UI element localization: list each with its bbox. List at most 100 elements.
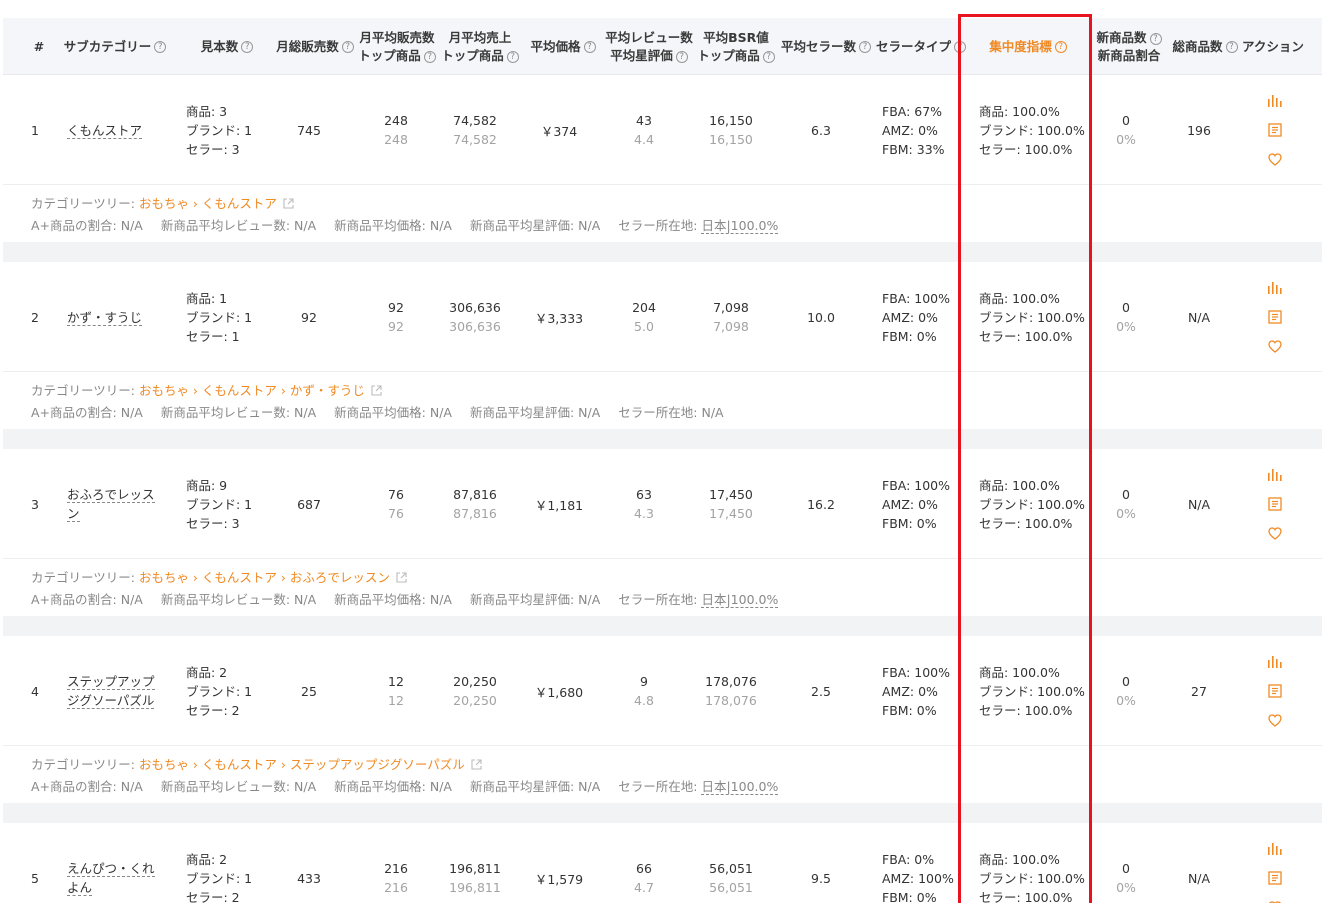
help-circle-icon[interactable]: ? [1149, 32, 1162, 45]
seller-location-link[interactable]: 日本|100.0% [701, 779, 779, 795]
seller-location-value: N/A [701, 405, 724, 420]
row-actions [1260, 262, 1290, 372]
row-detail: カテゴリーツリー: おもちゃ › くもんストア › かず・すうじ A+商品の割合… [3, 372, 1322, 429]
help-circle-icon[interactable]: ? [423, 50, 436, 63]
heart-icon[interactable] [1267, 525, 1283, 541]
external-link-icon[interactable] [371, 384, 382, 399]
category-tree-link[interactable]: おもちゃ › くもんストア [139, 196, 277, 211]
col-avg-review[interactable]: 平均レビュー数 平均星評価? [601, 18, 697, 75]
seller-location-link[interactable]: 日本|100.0% [701, 592, 779, 608]
col-avg-revenue[interactable]: 月平均売上 トップ商品? [435, 18, 525, 75]
subcategory-link[interactable]: かず・すうじ [67, 309, 143, 326]
document-icon[interactable] [1267, 870, 1283, 886]
help-circle-icon[interactable]: ? [506, 50, 519, 63]
table-row: 2 かず・すうじ 商品: 1 ブランド: 1 セラー: 1 92 92 92 306,… [3, 262, 1322, 372]
col-monthly-sales[interactable]: 月総販売数? [270, 18, 360, 75]
col-subcategory[interactable]: サブカテゴリー? [55, 18, 175, 75]
row-detail: カテゴリーツリー: おもちゃ › くもんストア A+商品の割合: N/A 新商品平… [3, 185, 1322, 242]
bar-chart-icon[interactable] [1267, 280, 1283, 296]
row-number: 4 [31, 683, 39, 699]
row-actions [1260, 636, 1290, 746]
row-number: 1 [31, 122, 39, 138]
total-products-value: N/A [1187, 870, 1211, 886]
bar-chart-icon[interactable] [1267, 654, 1283, 670]
help-circle-icon[interactable]: ? [675, 50, 688, 63]
col-avg-price[interactable]: 平均価格? [523, 18, 603, 75]
concentration-cell: 商品: 100.0% ブランド: 100.0% セラー: 100.0% [979, 851, 1085, 903]
help-circle-icon[interactable]: ? [762, 50, 775, 63]
document-icon[interactable] [1267, 309, 1283, 325]
help-circle-icon[interactable]: ? [154, 40, 167, 53]
heart-icon[interactable] [1267, 712, 1283, 728]
new-products-cell: 0 0% [1116, 300, 1136, 334]
row-number: 5 [31, 870, 39, 886]
row-actions [1260, 75, 1290, 185]
avg-sales-cell: 76 76 [388, 487, 404, 521]
row-actions [1260, 449, 1290, 559]
sample-count-cell: 商品: 3 ブランド: 1 セラー: 3 [186, 103, 253, 157]
avg-price-value: ￥3,333 [534, 310, 584, 326]
subcategory-link[interactable]: くもんストア [67, 122, 143, 139]
seller-type-cell: FBA: 67% AMZ: 0% FBM: 33% [882, 103, 945, 157]
avg-bsr-cell: 56,051 56,051 [709, 861, 753, 895]
help-circle-icon[interactable]: ? [341, 40, 354, 53]
avg-bsr-cell: 16,150 16,150 [709, 113, 753, 147]
sample-count-cell: 商品: 2 ブランド: 1 セラー: 2 [186, 664, 253, 718]
col-concentration[interactable]: 集中度指標? [978, 18, 1078, 75]
total-products-value: N/A [1187, 496, 1211, 512]
new-products-cell: 0 0% [1116, 861, 1136, 895]
document-icon[interactable] [1267, 683, 1283, 699]
col-num: # [33, 38, 45, 54]
avg-sales-cell: 248 248 [384, 113, 408, 147]
seller-location-link[interactable]: 日本|100.0% [701, 218, 779, 234]
row-separator [3, 242, 1322, 262]
total-products-value: 27 [1191, 683, 1207, 699]
category-tree-link[interactable]: おもちゃ › くもんストア › かず・すうじ [139, 383, 365, 398]
seller-type-cell: FBA: 100% AMZ: 0% FBM: 0% [882, 664, 951, 718]
heart-icon[interactable] [1267, 151, 1283, 167]
bar-chart-icon[interactable] [1267, 467, 1283, 483]
concentration-cell: 商品: 100.0% ブランド: 100.0% セラー: 100.0% [979, 103, 1085, 157]
category-tree-link[interactable]: おもちゃ › くもんストア › おふろでレッスン [139, 570, 390, 585]
avg-revenue-cell: 74,582 74,582 [453, 113, 497, 147]
col-total-products[interactable]: 総商品数? [1163, 18, 1247, 75]
avg-sales-cell: 216 216 [384, 861, 408, 895]
help-circle-icon[interactable]: ? [1054, 40, 1067, 53]
sample-count-cell: 商品: 2 ブランド: 1 セラー: 2 [186, 851, 253, 903]
category-tree-link[interactable]: おもちゃ › くもんストア › ステップアップジグソーパズル [139, 757, 465, 772]
col-avg-bsr[interactable]: 平均BSR値 トップ商品? [693, 18, 779, 75]
document-icon[interactable] [1267, 122, 1283, 138]
document-icon[interactable] [1267, 496, 1283, 512]
external-link-icon[interactable] [396, 571, 407, 586]
subcategory-link[interactable]: ステップアップジグソーパズル [67, 674, 155, 709]
avg-seller-count-value: 6.3 [811, 122, 831, 138]
seller-type-cell: FBA: 100% AMZ: 0% FBM: 0% [882, 477, 951, 531]
external-link-icon[interactable] [471, 758, 482, 773]
monthly-sales-value: 745 [297, 122, 321, 138]
category-analysis-table: # サブカテゴリー? 見本数? 月総販売数? 月平均販売数 トップ商品? 月平均売… [0, 0, 1322, 903]
help-circle-icon[interactable]: ? [1225, 40, 1238, 53]
help-circle-icon[interactable]: ? [859, 40, 871, 53]
col-avg-seller-count[interactable]: 平均セラー数? [776, 18, 876, 75]
subcategory-link[interactable]: えんぴつ・くれよん [67, 861, 155, 896]
col-seller-type[interactable]: セラータイプ? [871, 18, 971, 75]
table-header: # サブカテゴリー? 見本数? 月総販売数? 月平均販売数 トップ商品? 月平均売… [3, 18, 1322, 75]
col-avg-sales[interactable]: 月平均販売数 トップ商品? [353, 18, 441, 75]
external-link-icon[interactable] [283, 197, 294, 212]
concentration-cell: 商品: 100.0% ブランド: 100.0% セラー: 100.0% [979, 290, 1085, 344]
subcategory-link[interactable]: おふろでレッスン [67, 487, 155, 522]
help-circle-icon[interactable]: ? [954, 40, 966, 53]
col-new-products[interactable]: 新商品数? 新商品割合 [1091, 18, 1167, 75]
table-row: 1 くもんストア 商品: 3 ブランド: 1 セラー: 3 745 248 248 7… [3, 75, 1322, 185]
heart-icon[interactable] [1267, 899, 1283, 903]
avg-review-cell: 66 4.7 [634, 861, 654, 895]
heart-icon[interactable] [1267, 338, 1283, 354]
help-circle-icon[interactable]: ? [583, 40, 596, 53]
help-circle-icon[interactable]: ? [241, 40, 254, 53]
bar-chart-icon[interactable] [1267, 93, 1283, 109]
avg-bsr-cell: 178,076 178,076 [705, 674, 757, 708]
bar-chart-icon[interactable] [1267, 841, 1283, 857]
col-sample[interactable]: 見本数? [186, 18, 268, 75]
row-number: 3 [31, 496, 39, 512]
avg-revenue-cell: 306,636 306,636 [449, 300, 501, 334]
